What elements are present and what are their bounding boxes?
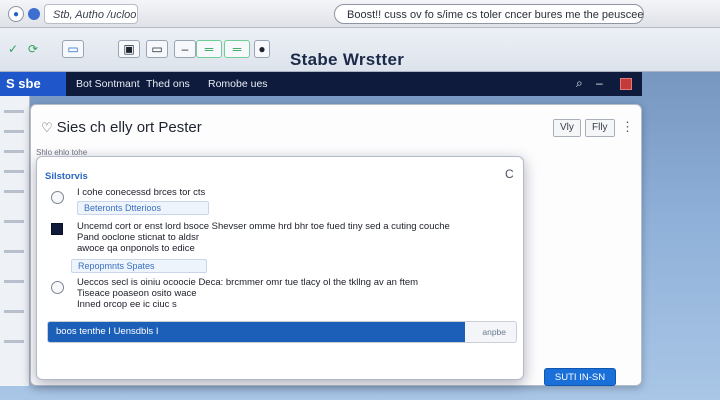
bg-line <box>4 220 24 223</box>
option1-field[interactable]: Beteronts Dtterioos <box>77 201 209 215</box>
dialog-title: Silstorvis <box>45 171 88 182</box>
browser-tab[interactable]: Stb, Autho /ucloo <box>44 4 138 24</box>
close-icon[interactable]: C <box>505 167 514 181</box>
flag-icon[interactable] <box>620 78 632 90</box>
bg-line <box>4 310 24 313</box>
bg-line <box>4 170 24 173</box>
layout-alt-icon[interactable]: ═ <box>224 40 250 58</box>
browser-bar: ● Stb, Autho /ucloo Boost!! cuss ov fo s… <box>0 0 720 28</box>
tag-icon[interactable]: ▭ <box>146 40 168 58</box>
bg-line <box>4 130 24 133</box>
option3-text-line3: Inned orcop ee ic ciuc s <box>77 299 177 310</box>
option1-text: I cohe conecessd brces tor cts <box>77 187 206 198</box>
refresh-icon[interactable]: ⟳ <box>22 40 44 58</box>
option3-radio[interactable] <box>51 281 64 294</box>
progress-fill: boos tenthe I Uensdbls I <box>48 322 465 342</box>
bg-line <box>4 110 24 113</box>
minus-icon[interactable]: – <box>174 40 196 58</box>
heart-icon[interactable]: ♡ <box>41 120 53 136</box>
edit-icon[interactable]: ▭ <box>62 40 84 58</box>
bg-line <box>4 340 24 343</box>
progress-bar[interactable]: boos tenthe I Uensdbls I anpbe <box>47 321 517 343</box>
navbar: S sbe Bot Sontmant Thed ons Romobe ues ⌕… <box>0 72 642 96</box>
option3-text-line2: Tiseace poaseon osito wace <box>77 288 197 299</box>
window-title: Sies ch elly ort Pester <box>56 119 202 136</box>
browser-profile-icon[interactable] <box>28 8 40 20</box>
nav-link-2[interactable]: Thed ons <box>146 78 190 90</box>
option2-field[interactable]: Repopmnts Spates <box>71 259 207 273</box>
lock-icon[interactable]: ● <box>254 40 270 58</box>
submit-button[interactable]: SUTI IN-SN <box>544 368 616 386</box>
background-page <box>0 96 30 386</box>
app-toolbar: ✓ ⟳ ▭ ▣ ▭ – ═ ═ ● Stabe Wrstter <box>0 28 720 72</box>
option2-text-line1: Uncemd cort or enst lord bsoce Shevser o… <box>77 221 450 232</box>
progress-side-label: anpbe <box>482 327 506 337</box>
image-icon[interactable]: ▣ <box>118 40 140 58</box>
window-header: ♡ Sies ch elly ort Pester <box>41 119 202 136</box>
progress-label: boos tenthe I Uensdbls I <box>56 326 159 337</box>
menu-icon[interactable]: – <box>596 76 603 90</box>
nav-link-1[interactable]: Bot Sontmant <box>76 78 140 90</box>
nav-link-3[interactable]: Romobe ues <box>208 78 268 90</box>
bg-line <box>4 150 24 153</box>
window-button-1[interactable]: Vly <box>553 119 581 137</box>
check-icon[interactable]: ✓ <box>2 40 24 58</box>
app-title: Stabe Wrstter <box>290 50 405 69</box>
bg-line <box>4 250 24 253</box>
nav-logo[interactable]: S sbe <box>0 72 66 96</box>
bg-line <box>4 190 24 193</box>
layout-icon[interactable]: ═ <box>196 40 222 58</box>
kebab-menu-icon[interactable]: ⋮ <box>621 119 634 135</box>
option2-text-line2: Pand ooclone sticnat to aldsr <box>77 232 199 243</box>
bg-line <box>4 280 24 283</box>
option2-checkbox[interactable] <box>51 223 63 235</box>
options-dialog: Silstorvis C I cohe conecessd brces tor … <box>36 156 524 380</box>
option1-radio[interactable] <box>51 191 64 204</box>
option2-text-line3: awoce qa onponols to edice <box>77 243 195 254</box>
browser-home-icon[interactable]: ● <box>8 6 24 22</box>
option3-text-line1: Ueccos secl is oiniu ocoocie Deca: brcmm… <box>77 277 419 288</box>
search-icon[interactable]: ⌕ <box>576 76 583 91</box>
address-bar[interactable]: Boost!! cuss ov fo s/ime cs toler cncer … <box>334 4 644 24</box>
window-button-2[interactable]: Flly <box>585 119 615 137</box>
